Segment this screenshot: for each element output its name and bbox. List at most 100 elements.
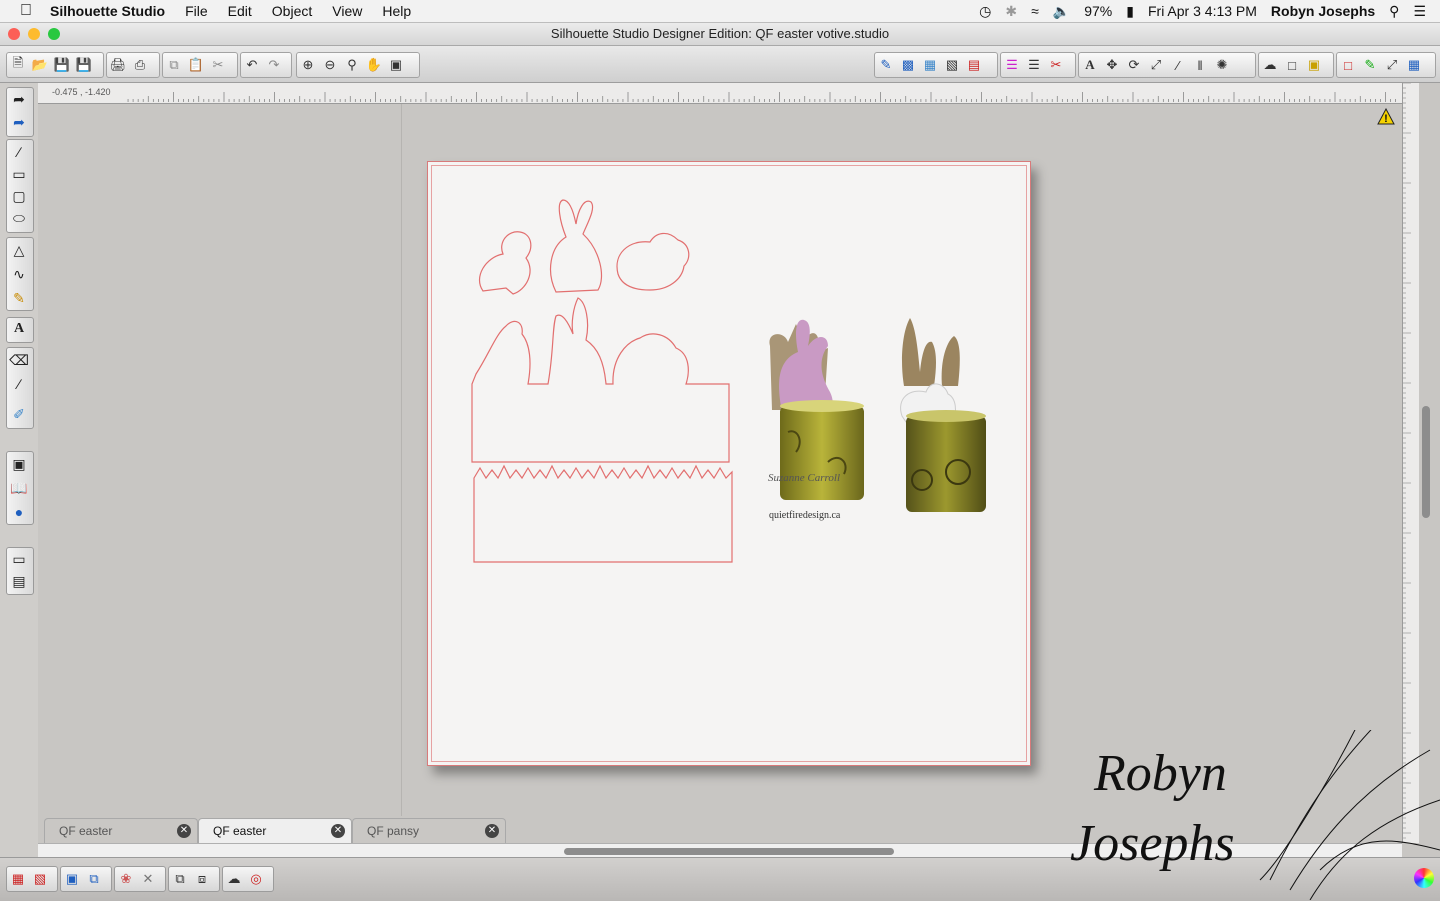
ungroup-icon[interactable]: ▧	[29, 868, 51, 890]
library-icon[interactable]: 📖	[7, 477, 31, 499]
print-icon[interactable]: 🖨	[107, 54, 129, 76]
release-compound-icon[interactable]: ⧉	[83, 868, 105, 890]
fullscreen-icon[interactable]: ⤢	[1381, 54, 1403, 76]
single-view-icon[interactable]: ▭	[7, 548, 31, 570]
fit-page-icon[interactable]: ▣	[385, 54, 407, 76]
warning-icon[interactable]: !	[1377, 107, 1395, 130]
open-icon[interactable]: 📂	[29, 54, 51, 76]
pan-icon[interactable]: ✋	[363, 54, 385, 76]
app-menu[interactable]: Silhouette Studio	[50, 3, 165, 19]
menu-file[interactable]: File	[185, 3, 208, 19]
user-name[interactable]: Robyn Josephs	[1271, 3, 1375, 19]
save-icon[interactable]: 💾	[51, 54, 73, 76]
line-tool-icon[interactable]: ∕	[7, 141, 31, 163]
line-style-icon[interactable]: ☰	[1023, 54, 1045, 76]
replicate-icon[interactable]: ✺	[1211, 54, 1233, 76]
pattern-icon[interactable]: ▦	[919, 54, 941, 76]
zoom-select-icon[interactable]: ⚲	[341, 54, 363, 76]
text-tool-icon[interactable]: A	[7, 318, 31, 340]
cut-send-icon[interactable]: ⎙	[129, 54, 151, 76]
scissors-icon[interactable]: ✂	[207, 54, 229, 76]
spotlight-icon[interactable]: ⚲	[1389, 3, 1399, 20]
align-icon[interactable]: ‖	[1189, 54, 1211, 76]
menu-edit[interactable]: Edit	[228, 3, 252, 19]
select-tool-icon[interactable]: ➦	[7, 88, 31, 110]
menu-help[interactable]: Help	[382, 3, 411, 19]
tab-easter-votive[interactable]: QF easter votive.st... ✕	[198, 818, 352, 862]
apple-icon[interactable]: 	[20, 2, 38, 20]
wifi-icon[interactable]: ≈	[1031, 3, 1039, 19]
svg-text:!: !	[1384, 113, 1388, 125]
split-view-icon[interactable]: ▤	[7, 570, 31, 592]
freehand-tool-icon[interactable]: ✎	[7, 287, 31, 309]
rounded-rectangle-tool-icon[interactable]: ▢	[7, 185, 31, 207]
tab-easter-bookmark[interactable]: QF easter bookma... ✕	[44, 818, 198, 862]
time-machine-icon[interactable]: ◷	[979, 3, 991, 20]
zoom-window-button[interactable]	[48, 28, 60, 40]
clock[interactable]: Fri Apr 3 4:13 PM	[1148, 3, 1257, 19]
point-edit-icon[interactable]: ➦	[7, 111, 31, 133]
eraser-tool-icon[interactable]: ⌫	[7, 349, 31, 371]
tab-pansy-card[interactable]: QF pansy card.stu... ✕	[352, 818, 506, 862]
save-library-icon[interactable]: 💾	[73, 54, 95, 76]
redo-icon[interactable]: ↷	[263, 54, 285, 76]
undo-icon[interactable]: ↶	[241, 54, 263, 76]
volume-icon[interactable]: 🔈	[1053, 3, 1070, 20]
side-ruler[interactable]	[1402, 83, 1419, 843]
sketch-icon[interactable]: ✎	[1359, 54, 1381, 76]
notification-center-icon[interactable]: ☰	[1413, 3, 1426, 20]
online-store-icon[interactable]: ●	[7, 501, 31, 523]
curve-tool-icon[interactable]: ∿	[7, 263, 31, 285]
line-color-icon[interactable]: ☰	[1001, 54, 1023, 76]
zoom-out-icon[interactable]: ⊖	[319, 54, 341, 76]
fill-icon[interactable]: ▩	[897, 54, 919, 76]
make-compound-icon[interactable]: ▣	[61, 868, 83, 890]
cut-style-icon[interactable]: □	[1337, 54, 1359, 76]
text-icon[interactable]: A	[1079, 54, 1101, 76]
votive-photo[interactable]	[758, 312, 998, 532]
paint-icon[interactable]: ✎	[875, 54, 897, 76]
polygon-tool-icon[interactable]: △	[7, 239, 31, 261]
move-icon[interactable]: ✥	[1101, 54, 1123, 76]
menu-object[interactable]: Object	[272, 3, 312, 19]
registration-icon[interactable]: ▣	[1303, 54, 1325, 76]
new-icon[interactable]: 🗎	[7, 54, 29, 76]
store-icon[interactable]: ☁	[1259, 54, 1281, 76]
design-page-icon[interactable]: ▣	[7, 453, 31, 475]
bring-front-icon[interactable]: ⧉	[169, 868, 191, 890]
cut-settings-icon[interactable]: ▤	[963, 54, 985, 76]
gradient-icon[interactable]: ▧	[941, 54, 963, 76]
paste-icon[interactable]: 📋	[185, 54, 207, 76]
offset-icon[interactable]: ◎	[245, 868, 267, 890]
copy-icon[interactable]: ⧉	[163, 54, 185, 76]
close-window-button[interactable]	[8, 28, 20, 40]
cutting-mat-page[interactable]: Suzanne Carroll quietfiredesign.ca	[427, 161, 1031, 766]
bluetooth-icon[interactable]: ✱	[1005, 3, 1017, 20]
horizontal-scroll-thumb[interactable]	[564, 848, 894, 855]
close-tab-icon[interactable]: ✕	[485, 824, 499, 838]
grid-icon[interactable]: ▦	[1403, 54, 1425, 76]
top-ruler[interactable]: -0.475 , -1.420	[38, 83, 1402, 104]
scale-icon[interactable]: ⤢	[1145, 54, 1167, 76]
page-setup-icon[interactable]: □	[1281, 54, 1303, 76]
delete-icon[interactable]: ✕	[137, 868, 159, 890]
menu-view[interactable]: View	[332, 3, 362, 19]
duplicate-icon[interactable]: ❀	[115, 868, 137, 890]
knife-tool-icon[interactable]: ∕	[7, 373, 31, 395]
drawing-toolbar: ➦ ➦ ∕ ▭ ▢ ⬭ △ ∿ ✎ A ⌫ ∕ ✐ ▣ 📖 ● ▭ ▤	[0, 83, 39, 868]
send-back-icon[interactable]: ⧈	[191, 868, 213, 890]
ellipse-tool-icon[interactable]: ⬭	[7, 207, 31, 229]
weld-icon[interactable]: ☁	[223, 868, 245, 890]
close-tab-icon[interactable]: ✕	[331, 824, 345, 838]
zoom-in-icon[interactable]: ⊕	[297, 54, 319, 76]
rotate-icon[interactable]: ⟳	[1123, 54, 1145, 76]
rectangle-tool-icon[interactable]: ▭	[7, 163, 31, 185]
knife-icon[interactable]: ✂	[1045, 54, 1067, 76]
group-icon[interactable]: ▦	[7, 868, 29, 890]
shear-icon[interactable]: ∕	[1167, 54, 1189, 76]
battery-icon[interactable]: ▮	[1126, 3, 1134, 20]
vertical-scroll-thumb[interactable]	[1422, 406, 1430, 518]
close-tab-icon[interactable]: ✕	[177, 824, 191, 838]
minimize-window-button[interactable]	[28, 28, 40, 40]
eyedropper-tool-icon[interactable]: ✐	[7, 403, 31, 425]
